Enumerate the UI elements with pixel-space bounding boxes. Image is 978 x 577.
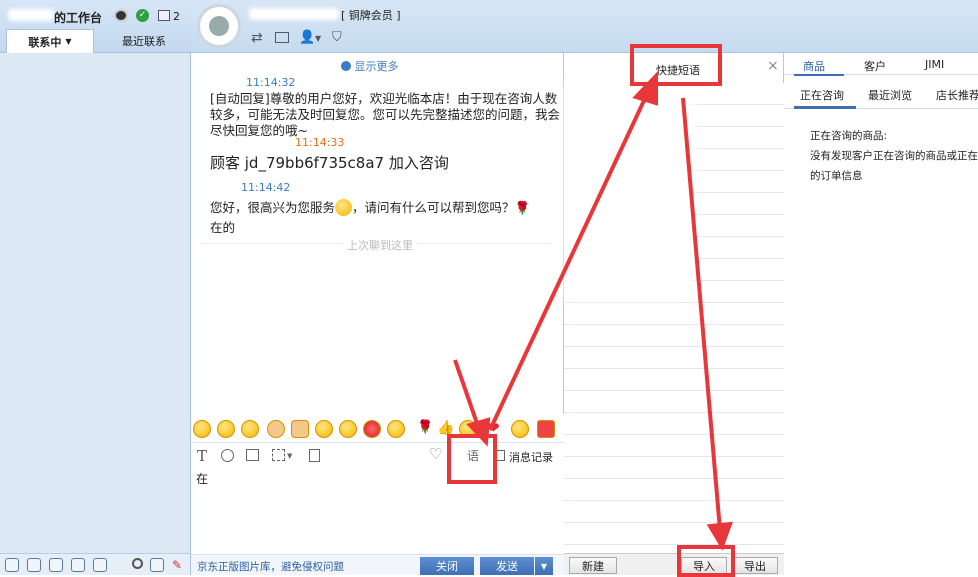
arrow-head <box>706 521 733 551</box>
annotation-arrows <box>453 71 733 551</box>
arrow-head <box>632 71 658 106</box>
arrow-head <box>466 417 491 447</box>
arrow-line <box>488 91 650 431</box>
arrow-line <box>681 97 722 531</box>
